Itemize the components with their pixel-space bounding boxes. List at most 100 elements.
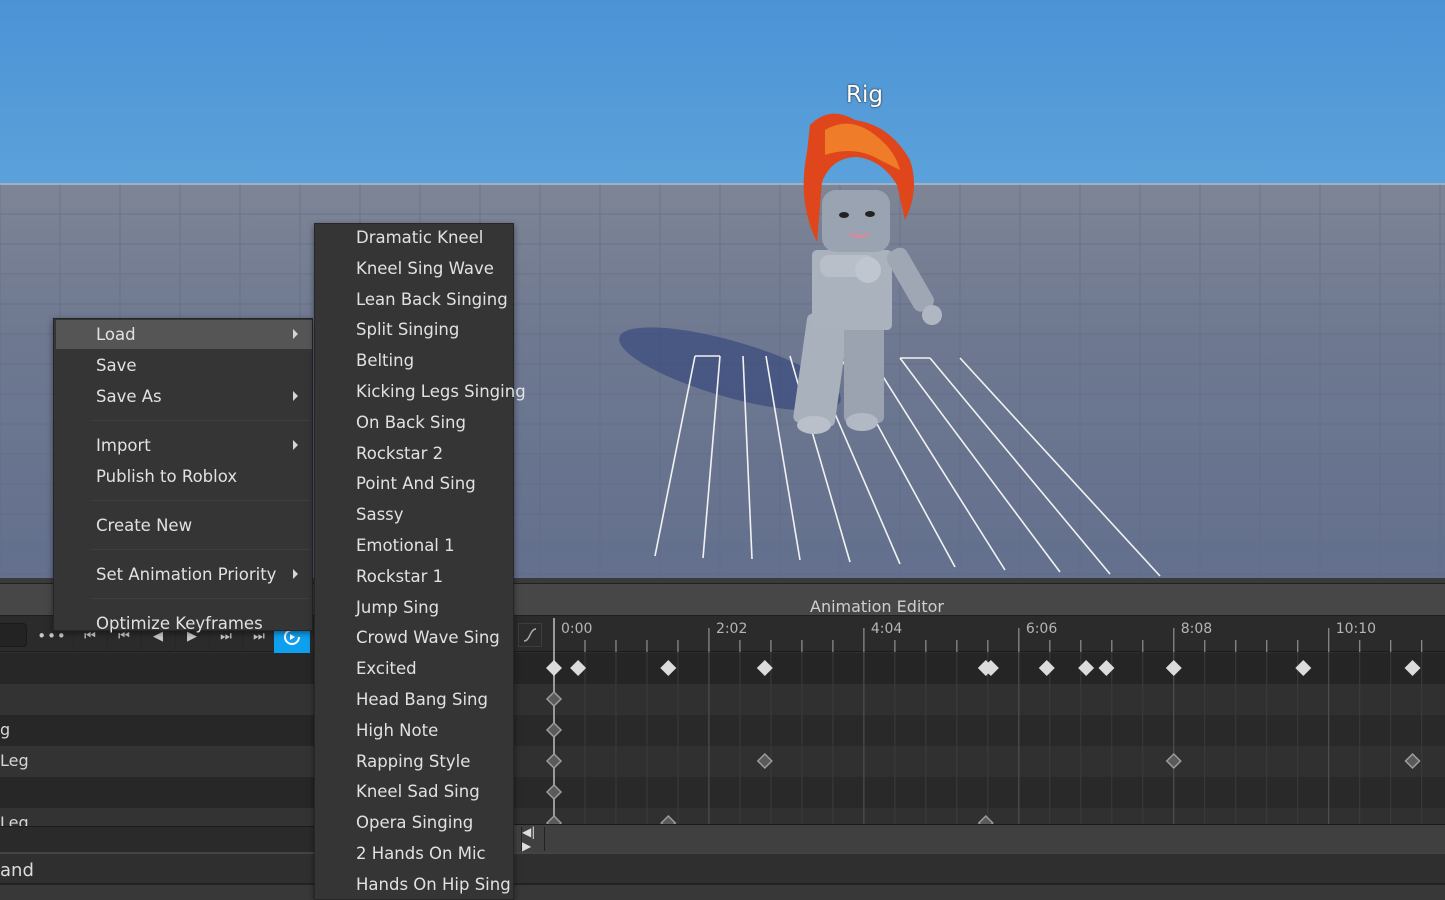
load-animation-item[interactable]: Hands On Hip Sing <box>315 871 513 900</box>
menu-item-load[interactable]: Load <box>56 320 312 349</box>
submenu-arrow-icon <box>293 391 298 401</box>
load-animation-item[interactable]: Rockstar 1 <box>315 563 513 593</box>
animation-name: Split Singing <box>356 320 460 340</box>
menu-item-save[interactable]: Save <box>56 351 312 380</box>
timeline-canvas[interactable] <box>514 616 1445 824</box>
track-row[interactable]: Leg <box>0 746 316 777</box>
time-tick-label: 8:08 <box>1180 621 1213 637</box>
menu-separator <box>90 500 310 501</box>
menu-item-label: Optimize Keyframes <box>96 614 263 633</box>
timeline-track-row <box>514 715 1445 746</box>
animation-name: Kneel Sad Sing <box>356 782 480 802</box>
track-name: Leg <box>0 751 29 770</box>
rig-name-label: Rig <box>846 82 883 108</box>
track-name: g <box>0 720 11 739</box>
track-row[interactable] <box>0 684 316 715</box>
menu-item-label: Load <box>96 325 136 344</box>
animation-name: Head Bang Sing <box>356 690 488 709</box>
load-animation-item[interactable]: High Note <box>315 717 513 747</box>
load-animation-item[interactable]: Belting <box>315 347 513 377</box>
animation-name: Lean Back Singing <box>356 289 508 309</box>
animation-name: Emotional 1 <box>356 536 455 555</box>
time-tick-label: 4:04 <box>870 621 903 637</box>
load-animation-item[interactable]: Crowd Wave Sing <box>315 624 513 654</box>
track-row[interactable] <box>0 653 316 684</box>
menu-item-label: Save As <box>96 387 162 406</box>
submenu-arrow-icon <box>293 569 298 579</box>
animation-name: Kneel Sing Wave <box>356 258 494 278</box>
properties-bar: and <box>0 852 1445 886</box>
load-animation-item[interactable]: Excited <box>315 655 513 685</box>
load-animation-item[interactable]: Kicking Legs Singing <box>315 378 526 408</box>
menu-item-set-animation-priority[interactable]: Set Animation Priority <box>56 560 312 589</box>
animation-name: Jump Sing <box>356 597 440 617</box>
timeline-track-row <box>514 777 1445 808</box>
timeline-zoom-handle[interactable]: ◀|▶ <box>521 825 545 853</box>
animation-name: Hands On Hip Sing <box>356 874 511 894</box>
time-tick-label: 0:00 <box>561 621 593 637</box>
menu-separator <box>90 598 310 599</box>
load-animation-item[interactable]: Head Bang Sing <box>315 686 513 716</box>
load-animation-item[interactable]: Opera Singing <box>315 809 513 839</box>
editor-title: Animation Editor <box>810 597 945 616</box>
animation-name: Rockstar 2 <box>356 443 444 463</box>
status-bar <box>0 883 1445 900</box>
truncated-label: and <box>0 860 34 881</box>
load-animation-item[interactable]: Emotional 1 <box>315 532 513 562</box>
submenu-arrow-icon <box>293 329 298 339</box>
timeline-track-row <box>514 746 1445 777</box>
load-animation-item[interactable]: Rockstar 2 <box>315 440 513 470</box>
time-tick-label: 6:06 <box>1025 621 1058 637</box>
drag-handle-icon: ◀|▶ <box>522 825 536 853</box>
load-animation-item[interactable]: Split Singing <box>315 316 513 346</box>
animation-name: Opera Singing <box>356 813 474 833</box>
animation-name: Crowd Wave Sing <box>356 628 500 648</box>
load-animation-item[interactable]: Kneel Sing Wave <box>315 255 513 285</box>
menu-separator <box>90 549 310 550</box>
rig-character[interactable] <box>780 110 980 440</box>
animation-name: Kicking Legs Singing <box>356 382 526 401</box>
menu-item-label: Publish to Roblox <box>96 467 238 486</box>
menu-item-label: Save <box>96 356 137 375</box>
load-animation-item[interactable]: 2 Hands On Mic <box>315 840 513 870</box>
animation-name: Rockstar 1 <box>356 566 444 586</box>
load-animation-item[interactable]: Rapping Style <box>315 748 513 778</box>
load-submenu: Dramatic Kneel Kneel Sing Wave Lean Back S… <box>314 223 526 900</box>
load-animation-item[interactable]: Kneel Sad Sing <box>315 778 513 808</box>
submenu-arrow-icon <box>293 440 298 450</box>
menu-separator <box>90 420 310 421</box>
track-row[interactable]: g <box>0 715 316 746</box>
animation-name: Sassy <box>356 505 404 525</box>
timeline-scrollbar[interactable]: ◀|▶ <box>514 824 1445 853</box>
load-animation-item[interactable]: Dramatic Kneel <box>315 224 513 254</box>
animation-name: On Back Sing <box>356 412 466 432</box>
load-animation-item[interactable]: Point And Sing <box>315 470 513 500</box>
track-row[interactable] <box>0 777 316 808</box>
menu-item-create-new[interactable]: Create New <box>56 511 312 540</box>
menu-item-label: Set Animation Priority <box>96 565 277 584</box>
animation-name: Belting <box>356 351 415 371</box>
animation-name: Dramatic Kneel <box>356 228 484 247</box>
menu-item-publish-to-roblox[interactable]: Publish to Roblox <box>56 462 312 491</box>
timeline[interactable]: 0:00 2:02 4:04 6:06 8:08 10:10 ◀|▶ <box>514 616 1445 853</box>
animation-name: Point And Sing <box>356 474 476 494</box>
menu-item-import[interactable]: Import <box>56 431 312 460</box>
horizon-line <box>0 183 1445 185</box>
menu-item-label: Import <box>96 436 151 455</box>
animation-name: Rapping Style <box>356 751 471 771</box>
track-search-input[interactable] <box>0 623 27 647</box>
time-tick-label: 10:10 <box>1335 621 1377 637</box>
time-tick-label: 2:02 <box>715 621 748 637</box>
animation-name: 2 Hands On Mic <box>356 844 486 863</box>
load-animation-item[interactable]: Lean Back Singing <box>315 286 513 316</box>
timeline-track-row <box>514 684 1445 715</box>
menu-item-label: Create New <box>96 516 193 535</box>
file-context-menu: Load Save Save As Import Publish to Roblox Cr… <box>53 318 313 633</box>
load-animation-item[interactable]: Jump Sing <box>315 594 513 624</box>
menu-item-save-as[interactable]: Save As <box>56 382 312 411</box>
menu-item-optimize-keyframes[interactable]: Optimize Keyframes <box>56 609 312 638</box>
load-animation-item[interactable]: On Back Sing <box>315 409 513 439</box>
animation-name: Excited <box>356 659 417 679</box>
animation-name: High Note <box>356 720 439 740</box>
load-animation-item[interactable]: Sassy <box>315 501 513 531</box>
